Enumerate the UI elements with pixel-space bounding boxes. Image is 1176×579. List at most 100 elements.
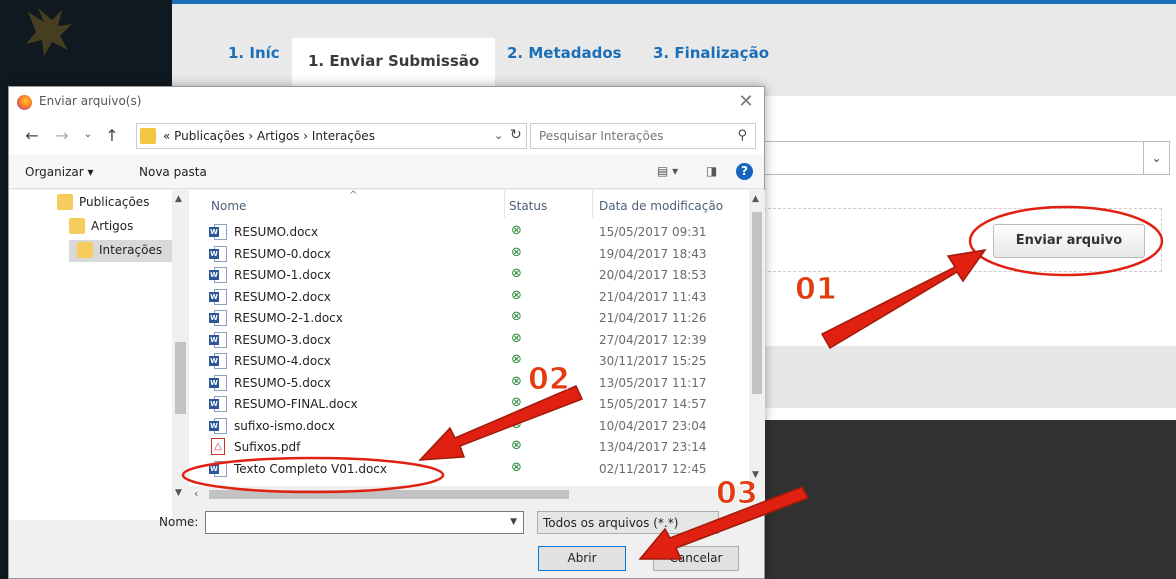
file-row[interactable]: W Texto Completo V01.docx ⊗ 02/11/2017 12:4… [189, 459, 749, 480]
synced-status-icon: ⊗ [511, 459, 522, 475]
horizontal-scrollbar[interactable]: ‹ [189, 486, 765, 503]
column-header-modified[interactable]: Data de modificação [599, 199, 723, 213]
tree-item-publicacoes[interactable]: Publicações [57, 192, 157, 214]
file-name: sufixo-ismo.docx [234, 418, 335, 433]
synced-status-icon: ⊗ [511, 266, 522, 281]
file-modified-date: 30/11/2017 15:25 [599, 354, 707, 368]
upload-file-button[interactable]: Enviar arquivo [993, 224, 1145, 258]
synced-status-icon: ⊗ [511, 352, 522, 367]
file-row[interactable]: W RESUMO-3.docx ⊗ 27/04/2017 12:39 [189, 330, 749, 351]
submission-tabs: 1. Iníc 1. Enviar Submissão 2. Metadados… [172, 0, 1176, 100]
file-row[interactable]: W RESUMO.docx ⊗ 15/05/2017 09:31 [189, 222, 749, 243]
file-row[interactable]: W RESUMO-2-1.docx ⊗ 21/04/2017 11:26 [189, 308, 749, 329]
back-arrow-icon[interactable]: ← [23, 126, 41, 145]
column-header-name[interactable]: Nome [211, 199, 246, 213]
tree-item-interacoes[interactable]: Interações [69, 240, 172, 262]
file-row[interactable]: △ Sufixos.pdf ⊗ 13/04/2017 23:14 [189, 437, 749, 458]
file-type-filter[interactable]: Todos os arquivos (*.*) [537, 511, 719, 534]
tree-item-artigos[interactable]: Artigos [69, 216, 159, 238]
file-list-scrollbar[interactable]: ▲ ▼ [749, 190, 765, 486]
file-modified-date: 27/04/2017 12:39 [599, 332, 707, 347]
scroll-down-icon[interactable]: ▼ [175, 488, 182, 498]
up-arrow-icon[interactable]: ↑ [103, 126, 121, 145]
help-icon[interactable]: ? [736, 163, 753, 180]
search-placeholder: Pesquisar Interações [539, 129, 664, 143]
file-name: RESUMO.docx [234, 225, 319, 239]
logo-icon [26, 8, 72, 56]
word-file-icon: W [209, 460, 227, 477]
horizontal-scroll-thumb[interactable] [209, 490, 569, 499]
file-modified-date: 21/04/2017 11:26 [599, 311, 707, 325]
folder-icon [140, 128, 156, 144]
word-file-icon: W [209, 331, 227, 348]
file-name: Texto Completo V01.docx [234, 461, 387, 476]
file-name: RESUMO-FINAL.docx [234, 397, 358, 411]
scroll-up-icon[interactable]: ▲ [752, 194, 759, 204]
synced-status-icon: ⊗ [511, 373, 522, 389]
file-modified-date: 10/04/2017 23:04 [599, 418, 707, 433]
breadcrumb[interactable]: « Publicações › Artigos › Interações [163, 129, 375, 143]
scroll-left-icon[interactable]: ‹ [194, 487, 198, 500]
page-band [760, 346, 1176, 408]
file-row[interactable]: W RESUMO-4.docx ⊗ 30/11/2017 15:25 [189, 351, 749, 372]
column-header-status[interactable]: Status [509, 199, 547, 213]
synced-status-icon: ⊗ [511, 438, 522, 453]
tree-scroll-thumb[interactable] [175, 342, 186, 414]
file-name: RESUMO-2.docx [234, 289, 331, 304]
chevron-down-icon[interactable]: ⌄ [494, 129, 503, 142]
file-row[interactable]: Wsufixo-ismo.docx ⊗ 10/04/2017 23:04 [189, 416, 749, 437]
refresh-icon[interactable]: ↻ [510, 127, 522, 143]
address-bar[interactable]: « Publicações › Artigos › Interações ⌄ ↻ [136, 123, 527, 149]
tree-scrollbar[interactable]: ▲ [172, 190, 189, 520]
component-select[interactable]: ⌄ [746, 141, 1170, 175]
step-label-01: 01 [795, 272, 838, 308]
page-band-spacer [760, 408, 1176, 420]
file-name: RESUMO-2-1.docx [234, 311, 343, 325]
recent-locations-icon[interactable]: ⌄ [79, 129, 97, 140]
file-row[interactable]: W RESUMO-FINAL.docx ⊗ 15/05/2017 14:57 [189, 394, 749, 415]
synced-status-icon: ⊗ [511, 416, 522, 432]
search-icon: ⚲ [737, 128, 747, 143]
file-type-filter-value: Todos os arquivos (*.*) [543, 516, 679, 530]
pdf-file-icon: △ [211, 438, 225, 455]
word-file-icon: W [209, 288, 227, 305]
file-modified-date: 02/11/2017 12:45 [599, 461, 707, 476]
search-input[interactable]: Pesquisar Interações ⚲ [530, 123, 756, 149]
file-upload-dialog: Enviar arquivo(s) ✕ ← → ⌄ ↑ « Publicaçõe… [8, 86, 765, 579]
forward-arrow-icon[interactable]: → [53, 126, 71, 145]
view-options-icon[interactable]: ▤ ▾ [657, 164, 678, 178]
chevron-down-icon[interactable]: ▼ [510, 517, 517, 527]
file-row[interactable]: W RESUMO-1.docx ⊗ 20/04/2017 18:53 [189, 265, 749, 286]
file-name: Sufixos.pdf [234, 440, 301, 454]
open-button[interactable]: Abrir [538, 546, 626, 571]
file-name-input[interactable]: ▼ [205, 511, 524, 534]
word-file-icon: W [209, 245, 227, 262]
file-modified-date: 15/05/2017 09:31 [599, 225, 707, 239]
file-modified-date: 13/05/2017 11:17 [599, 375, 707, 390]
scroll-up-icon[interactable]: ▲ [175, 194, 182, 204]
new-folder-button[interactable]: Nova pasta [139, 165, 207, 179]
file-list: Nome ^ Status Data de modificação W RESUM… [189, 190, 749, 486]
word-file-icon: W [209, 310, 227, 326]
step-label-02: 02 [528, 362, 571, 398]
synced-status-icon: ⊗ [511, 287, 522, 303]
word-file-icon: W [209, 353, 227, 369]
file-row[interactable]: W RESUMO-2.docx ⊗ 21/04/2017 11:43 [189, 287, 749, 308]
organize-button[interactable]: Organizar ▾ [25, 165, 94, 179]
column-divider[interactable] [504, 190, 505, 218]
file-row[interactable]: W RESUMO-5.docx ⊗ 13/05/2017 11:17 [189, 373, 749, 394]
file-row[interactable]: W RESUMO-0.docx ⊗ 19/04/2017 18:43 [189, 244, 749, 265]
close-icon[interactable]: ✕ [736, 91, 756, 112]
file-modified-date: 19/04/2017 18:43 [599, 246, 707, 261]
file-list-scroll-thumb[interactable] [752, 212, 762, 394]
file-name: RESUMO-3.docx [234, 332, 331, 347]
cancel-button[interactable]: Cancelar [653, 546, 739, 571]
tab-metadados[interactable]: 2. Metadados [507, 44, 622, 62]
preview-pane-icon[interactable]: ◨ [706, 164, 717, 178]
synced-status-icon: ⊗ [511, 223, 522, 238]
tab-start[interactable]: 1. Iníc [228, 44, 280, 62]
column-divider[interactable] [592, 190, 593, 218]
step-label-03: 03 [716, 476, 759, 512]
word-file-icon: W [209, 224, 227, 240]
tab-finalizacao[interactable]: 3. Finalização [653, 44, 769, 62]
